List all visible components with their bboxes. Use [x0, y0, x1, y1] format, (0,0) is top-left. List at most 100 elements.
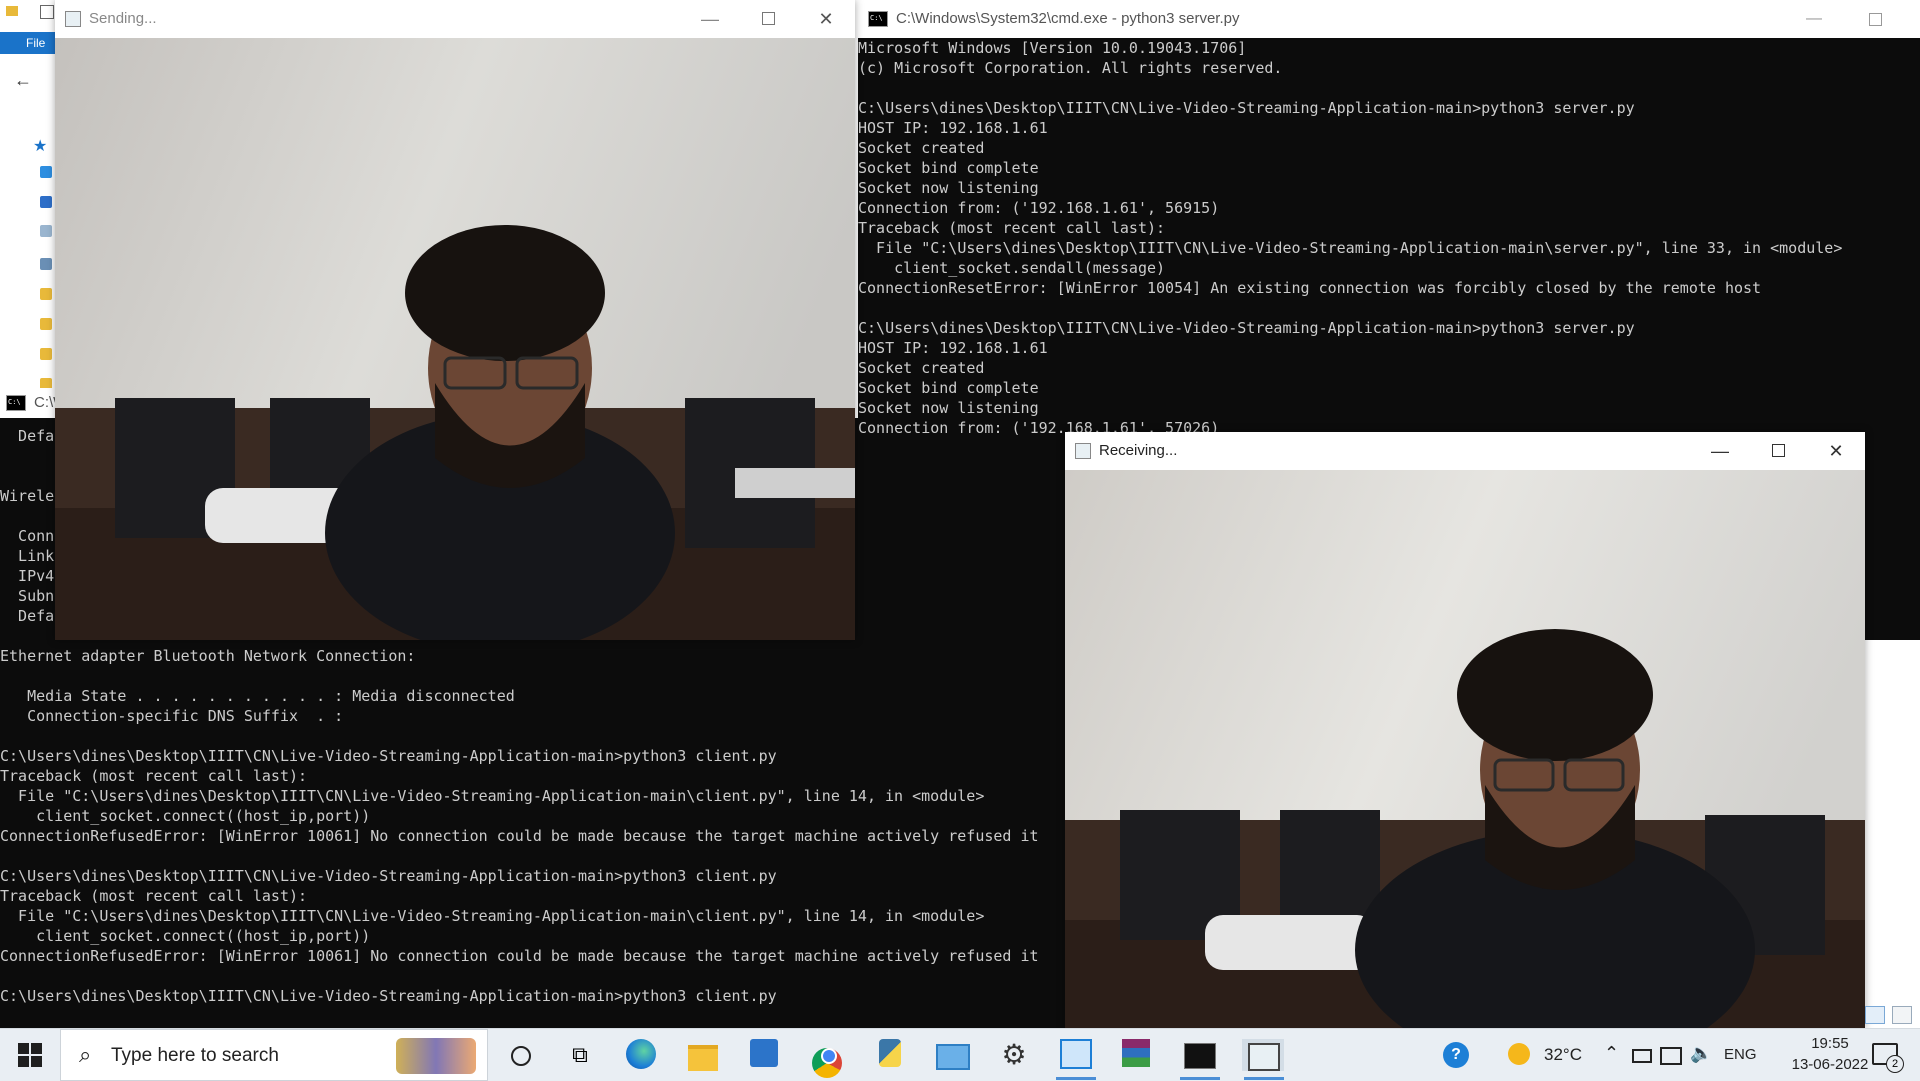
network-icon[interactable]: [1660, 1047, 1682, 1065]
winrar-icon[interactable]: [1122, 1039, 1154, 1071]
receiving-video-window[interactable]: Receiving... — ✕: [1065, 432, 1865, 1028]
taskbar-search-box[interactable]: ⌕ Type here to search: [60, 1029, 488, 1081]
webcam-frame: [55, 38, 855, 640]
explorer-folder-icon: [6, 6, 18, 16]
terminal-line: Socket created: [858, 359, 985, 377]
settings-gear-icon[interactable]: ⚙: [998, 1039, 1030, 1071]
terminal-line: Socket now listening: [858, 179, 1039, 197]
microsoft-store-icon[interactable]: [750, 1039, 782, 1071]
terminal-line: Socket now listening: [858, 399, 1039, 417]
close-button[interactable]: ✕: [797, 0, 855, 38]
maximize-button[interactable]: [1749, 432, 1807, 470]
terminal-line: File "C:\Users\dines\Desktop\IIIT\CN\Liv…: [858, 239, 1843, 257]
terminal-line: Connection-specific DNS Suffix . :: [0, 707, 344, 725]
terminal-line: Media State . . . . . . . . . . . : Medi…: [0, 687, 515, 705]
windows-icon: [18, 1043, 42, 1067]
minimize-button[interactable]: —: [1691, 432, 1749, 470]
terminal-line: Connection from: ('192.168.1.61', 56915): [858, 199, 1220, 217]
sending-window-title: Sending...: [89, 10, 157, 27]
downloads-folder-icon[interactable]: [40, 196, 52, 208]
received-frame: [1065, 470, 1865, 1028]
maximize-button[interactable]: [739, 0, 797, 38]
temperature[interactable]: 32°C: [1544, 1045, 1582, 1065]
quick-access-star-icon[interactable]: ★: [33, 136, 47, 156]
python-icon[interactable]: [874, 1039, 906, 1071]
chrome-icon[interactable]: [812, 1039, 844, 1078]
cmd-icon: [6, 395, 26, 412]
large-icons-view-icon[interactable]: [1892, 1006, 1912, 1024]
explorer-check-icon[interactable]: [40, 5, 54, 19]
terminal-line: C:\Users\dines\Desktop\IIIT\CN\Live-Vide…: [0, 867, 777, 885]
terminal-line: Socket bind complete: [858, 159, 1039, 177]
terminal-line: ConnectionRefusedError: [WinError 10061]…: [0, 947, 1039, 965]
terminal-line: Traceback (most recent call last):: [0, 767, 308, 785]
taskbar: ⌕ Type here to search ⧉ ⚙ ? 32°C ⌃ 🔈 ENG…: [0, 1028, 1920, 1081]
terminal-line: (c) Microsoft Corporation. All rights re…: [858, 59, 1283, 77]
documents-folder-icon[interactable]: [40, 225, 52, 237]
details-view-icon[interactable]: [1865, 1006, 1885, 1024]
edge-icon[interactable]: [626, 1039, 658, 1071]
terminal-line: File "C:\Users\dines\Desktop\IIIT\CN\Liv…: [0, 787, 985, 805]
sending-video-feed: [55, 38, 855, 640]
minimize-icon[interactable]: —: [1806, 0, 1822, 38]
terminal-line: client_socket.connect((host_ip,port)): [0, 927, 371, 945]
server-terminal-title: C:\Windows\System32\cmd.exe - python3 se…: [896, 10, 1240, 27]
sending-video-window[interactable]: Sending... — ✕: [55, 0, 855, 640]
snip-sketch-icon[interactable]: [1060, 1039, 1092, 1071]
language-indicator[interactable]: ENG: [1724, 1046, 1757, 1063]
back-arrow-icon[interactable]: ←: [14, 70, 32, 91]
help-icon[interactable]: ?: [1443, 1042, 1469, 1068]
terminal-line: client_socket.connect((host_ip,port)): [0, 807, 371, 825]
folder-icon[interactable]: [40, 288, 52, 300]
terminal-line: Traceback (most recent call last):: [0, 887, 308, 905]
task-view-icon[interactable]: ⧉: [564, 1039, 596, 1071]
folder-icon[interactable]: [40, 318, 52, 330]
close-button[interactable]: ✕: [1807, 432, 1865, 470]
terminal-line: Microsoft Windows [Version 10.0.19043.17…: [858, 39, 1247, 57]
clock-date[interactable]: 13-06-2022: [1790, 1056, 1870, 1073]
minimize-button[interactable]: —: [681, 0, 739, 38]
explorer-file-tab[interactable]: File: [0, 32, 60, 54]
terminal-line: C:\Users\dines\Desktop\IIIT\CN\Live-Vide…: [0, 987, 777, 1005]
terminal-line: C:\Users\dines\Desktop\IIIT\CN\Live-Vide…: [0, 747, 777, 765]
receiving-video-feed: [1065, 470, 1865, 1028]
command-prompt-icon[interactable]: [1184, 1039, 1216, 1071]
remote-desktop-icon[interactable]: [936, 1039, 970, 1071]
window-app-icon: [65, 11, 81, 28]
volume-icon[interactable]: 🔈: [1690, 1043, 1712, 1064]
folder-icon[interactable]: [40, 348, 52, 360]
opencv-window-icon[interactable]: [1242, 1039, 1284, 1071]
battery-icon[interactable]: [1632, 1049, 1652, 1063]
maximize-icon: [761, 12, 775, 25]
terminal-line: client_socket.sendall(message): [858, 259, 1166, 277]
cortana-icon[interactable]: [504, 1039, 536, 1071]
terminal-line: File "C:\Users\dines\Desktop\IIIT\CN\Liv…: [0, 907, 985, 925]
terminal-line: ConnectionRefusedError: [WinError 10061]…: [0, 827, 1039, 845]
pictures-folder-icon[interactable]: [40, 258, 52, 270]
sending-window-titlebar[interactable]: Sending... — ✕: [55, 0, 855, 38]
maximize-icon[interactable]: [1869, 13, 1882, 26]
terminal-line: HOST IP: 192.168.1.61: [858, 119, 1048, 137]
terminal-line: HOST IP: 192.168.1.61: [858, 339, 1048, 357]
weather-icon[interactable]: [1508, 1043, 1530, 1065]
client-terminal-body[interactable]: Ethernet adapter Bluetooth Network Conne…: [0, 646, 1066, 1028]
clock-time[interactable]: 19:55: [1790, 1035, 1870, 1052]
show-hidden-icons-chevron-icon[interactable]: ⌃: [1604, 1043, 1619, 1064]
start-button[interactable]: [18, 1043, 42, 1067]
search-highlight-icon: [396, 1038, 476, 1074]
search-icon: ⌕: [79, 1042, 92, 1067]
terminal-line: C:\Users\dines\Desktop\IIIT\CN\Live-Vide…: [858, 99, 1635, 117]
search-placeholder: Type here to search: [111, 1045, 279, 1066]
terminal-line: Socket created: [858, 139, 985, 157]
file-explorer-icon[interactable]: [688, 1039, 720, 1071]
receiving-window-title: Receiving...: [1099, 442, 1178, 459]
server-terminal-titlebar[interactable]: C:\Windows\System32\cmd.exe - python3 se…: [858, 0, 1920, 38]
notification-badge: 2: [1886, 1055, 1904, 1073]
receiving-window-titlebar[interactable]: Receiving... — ✕: [1065, 432, 1865, 470]
desktop-folder-icon[interactable]: [40, 166, 52, 178]
server-terminal-output: Microsoft Windows [Version 10.0.19043.17…: [858, 38, 1920, 438]
